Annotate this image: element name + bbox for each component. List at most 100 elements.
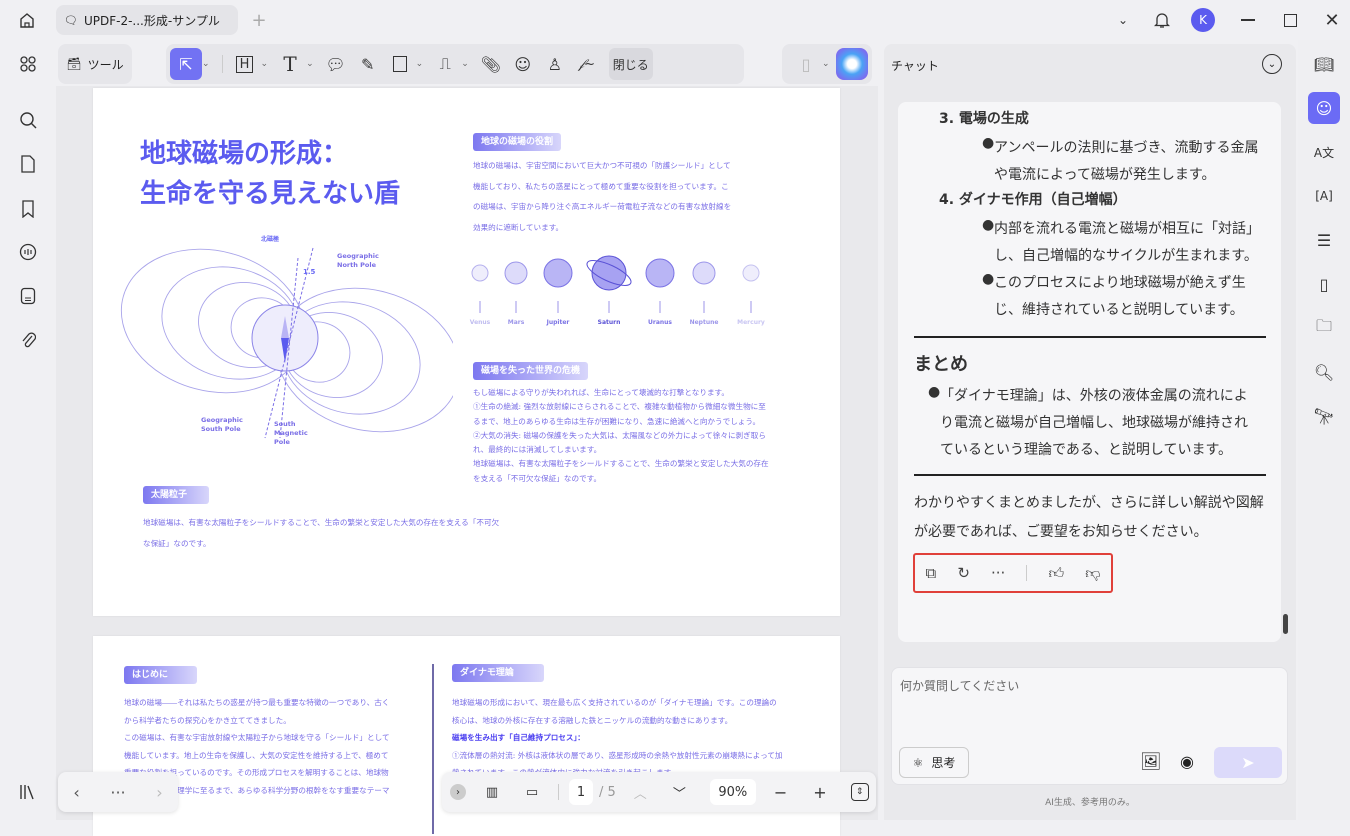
chevron-right-icon[interactable]: › (156, 783, 162, 802)
avatar[interactable]: K (1191, 8, 1215, 32)
new-tab-plus-icon[interactable]: + (248, 8, 270, 32)
list-item-text: 内部を流れる電流と磁場が相互に「対話」 し、自己増幅的なサイクルが生まれます。 (994, 221, 1260, 264)
paperclip-icon[interactable]: 📎︎ (475, 48, 507, 80)
diagram-label-geographic-north: Geographic North Pole (337, 252, 379, 269)
chevron-down-icon[interactable]: ⌄ (261, 59, 269, 69)
translate-icon[interactable]: A文 (1308, 136, 1340, 168)
diagram-label-north-magnetic: 北磁極 (261, 236, 280, 243)
toolbox-icon: 🗃 (66, 57, 82, 71)
telescope-icon[interactable]: 🔭︎ (1308, 400, 1340, 432)
stamp-icon[interactable]: ♙ (539, 48, 571, 80)
send-button[interactable]: ➤ (1214, 747, 1282, 778)
zoom-in-icon[interactable]: + (813, 783, 826, 802)
save-icon[interactable]: ▯ (790, 48, 822, 80)
zoom-out-icon[interactable]: − (774, 783, 787, 802)
signature-icon[interactable]: 𝒻~ (571, 48, 603, 80)
expand-icon[interactable]: › (450, 784, 466, 800)
rectangle-tool-icon[interactable] (384, 48, 416, 80)
document-tab[interactable]: 🗨 UPDF-2-...形成-サンプル (56, 5, 238, 35)
ai-folder-icon[interactable]: 🗀 (1308, 312, 1340, 344)
book-icon[interactable]: ▯ (1308, 268, 1340, 300)
ai-read-icon[interactable]: 📖︎ (1308, 48, 1340, 80)
regenerate-icon[interactable]: ↻ (957, 564, 970, 582)
screenshot-icon[interactable]: ◉ (1180, 752, 1194, 771)
sticker-icon[interactable]: ☺ (507, 48, 539, 80)
message-actions: ⧉ ↻ ··· 👍︎ 👎︎ (913, 553, 1113, 593)
text-tool-icon[interactable]: T (274, 48, 306, 80)
chevron-down-icon[interactable]: ⌄ (202, 59, 210, 69)
chat-message: 3. 電場の生成 ● アンペールの法則に基づき、流動する金属 や電流によって磁場が… (898, 102, 1281, 642)
copy-icon[interactable]: ⧉ (926, 564, 937, 582)
ai-disclaimer: AI生成、参考用のみ。 (1045, 798, 1135, 808)
chevron-down-icon[interactable]: ⌄ (461, 59, 469, 69)
planet-label: Uranus (648, 319, 672, 326)
highlight-heading-tool-icon[interactable]: H (229, 48, 261, 80)
chevron-down-icon[interactable]: ﹀ (673, 783, 686, 802)
thumbs-down-icon[interactable]: 👎︎ (1085, 564, 1100, 583)
search-icon[interactable] (14, 106, 42, 134)
more-icon[interactable]: ··· (110, 783, 125, 802)
measure-tool-icon[interactable]: ⎍ (429, 48, 461, 80)
chat-title: チャット (891, 59, 939, 73)
select-tool-button[interactable]: ⇱ (170, 48, 202, 80)
pages-icon[interactable] (14, 150, 42, 178)
pdf-viewer[interactable]: 地球磁場の形成： 生命を守る見えない盾 北磁極 1.5 Geographic Nor… (56, 86, 878, 836)
chat-input-placeholder[interactable]: 何か質問してください (900, 677, 1019, 694)
form-icon[interactable] (14, 282, 42, 310)
chevron-left-icon[interactable]: ‹ (73, 783, 79, 802)
presentation-icon[interactable]: ▭ (520, 785, 544, 800)
ai-assistant-icon[interactable] (835, 48, 868, 80)
chevron-down-icon[interactable]: ⌄ (416, 59, 424, 69)
think-button[interactable]: ⚛ 思考 (899, 747, 969, 778)
image-ai-icon[interactable]: 🖼︎ (1140, 752, 1162, 772)
list-item-title: 4. ダイナモ作用（自己増幅） (939, 192, 1127, 208)
chevron-down-icon[interactable]: ⌄ (822, 59, 830, 69)
section-heading: はじめに (124, 666, 197, 684)
chevron-down-icon[interactable]: ⌄ (306, 59, 314, 69)
library-icon[interactable] (14, 778, 42, 806)
pdf-page-1: 地球磁場の形成： 生命を守る見えない盾 北磁極 1.5 Geographic Nor… (93, 88, 840, 616)
ai-search-icon[interactable]: 🔍︎ (1308, 356, 1340, 388)
list-item-text: アンペールの法則に基づき、流動する金属 や電流によって磁場が発生します。 (994, 140, 1259, 183)
planet-label: Neptune (689, 319, 719, 326)
zoom-level[interactable]: 90% (709, 779, 756, 805)
section-heading: 地球の磁場の役割 (473, 133, 562, 151)
close-icon[interactable]: ✕ (1320, 8, 1344, 32)
tab-title: UPDF-2-...形成-サンプル (83, 13, 220, 28)
minimize-icon[interactable] (1236, 8, 1260, 32)
pencil-tool-icon[interactable]: ✎ (352, 48, 384, 80)
section-heading: ダイナモ理論 (452, 664, 544, 682)
chevron-up-icon[interactable]: ︿ (634, 783, 647, 802)
comment-tool-icon[interactable]: 💬︎ (320, 48, 352, 80)
attachment-icon[interactable] (14, 326, 42, 354)
page-number-input[interactable]: 1 (569, 779, 593, 805)
comments-icon[interactable] (14, 238, 42, 266)
thumbs-up-icon[interactable]: 👍︎ (1048, 564, 1064, 583)
translate-document-icon[interactable]: [A] (1308, 180, 1340, 212)
column-divider (432, 664, 434, 834)
bullet: ● (928, 384, 941, 400)
scrollbar[interactable] (1283, 614, 1288, 634)
bookmark-icon[interactable] (14, 195, 42, 223)
apps-grid-icon[interactable] (14, 50, 42, 78)
ai-chat-icon[interactable]: ☺ (1308, 92, 1340, 124)
section-body: 地球磁場の形成において、現在最も広く支持されているのが「ダイナモ理論」です。この… (452, 698, 783, 777)
chevron-down-icon[interactable]: ⌄ (1112, 8, 1134, 32)
more-icon[interactable]: ··· (991, 564, 1005, 582)
section-body: 地球の磁場は、宇宙空間において巨大かつ不可視の「防護シールド」として 機能しており… (473, 161, 732, 232)
two-page-view-icon[interactable]: ▥ (480, 785, 504, 800)
bullet: ● (982, 271, 995, 287)
tools-button[interactable]: 🗃 ツール (58, 44, 132, 84)
close-tools-button[interactable]: 閉じる (608, 48, 653, 80)
bottom-toolbar: › ▥ ▭ 1 / 5 ︿ ﹀ 90% − + ⇕ (442, 772, 876, 812)
section-body: 地球磁場は、有害な太陽粒子をシールドすることで、生命の繁栄と安定した大気の存在を… (143, 518, 500, 548)
history-icon[interactable]: ⌄ (1262, 54, 1282, 74)
home-icon[interactable] (14, 8, 40, 32)
chat-input-box[interactable]: 何か質問してください ⚛ 思考 🖼︎ ◉ ➤ (891, 667, 1288, 785)
maximize-icon[interactable] (1278, 8, 1302, 32)
bell-icon[interactable] (1150, 8, 1174, 32)
fit-page-icon[interactable]: ⇕ (850, 783, 869, 801)
planet-label: Mercury (737, 319, 765, 326)
planet-row (471, 255, 760, 313)
summarize-icon[interactable]: ☰ (1308, 224, 1340, 256)
